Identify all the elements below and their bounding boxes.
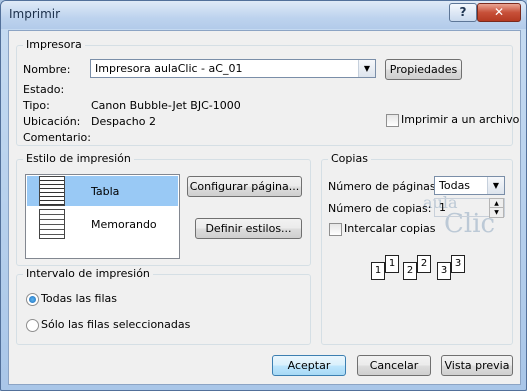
copies-group-title: Copias	[328, 152, 371, 165]
collate-page: 1	[385, 255, 399, 273]
collate-page: 2	[417, 255, 431, 273]
memo-style-icon	[39, 209, 65, 239]
collate-page: 3	[451, 255, 465, 273]
table-style-icon	[39, 176, 65, 206]
style-item-memorando[interactable]: Memorando	[27, 209, 178, 239]
style-item-memorando-label: Memorando	[91, 218, 157, 231]
define-styles-button[interactable]: Definir estilos...	[195, 218, 302, 239]
dialog-body: Impresora Nombre: Impresora aulaClic - a…	[8, 30, 521, 385]
collate-label[interactable]: Intercalar copias	[344, 222, 435, 235]
collate-page: 3	[437, 262, 451, 280]
type-label: Tipo:	[23, 99, 50, 112]
comment-label: Comentario:	[23, 131, 91, 144]
status-label: Estado:	[23, 83, 65, 96]
printer-name-label: Nombre:	[23, 63, 71, 76]
printer-name-value: Impresora aulaClic - aC_01	[95, 62, 243, 75]
print-to-file-label[interactable]: Imprimir a un archivo	[401, 113, 519, 126]
spin-down-icon[interactable]: ▼	[489, 207, 504, 218]
window-title: Imprimir	[9, 7, 61, 21]
type-value: Canon Bubble-Jet BJC-1000	[91, 99, 241, 112]
print-style-group-title: Estilo de impresión	[23, 152, 134, 165]
style-item-tabla-label: Tabla	[91, 185, 120, 198]
printer-name-select[interactable]: Impresora aulaClic - aC_01 ▼	[90, 59, 376, 78]
help-button[interactable]: ?	[449, 3, 477, 22]
chevron-down-icon[interactable]: ▼	[358, 60, 375, 77]
radio-all-rows-label[interactable]: Todas las filas	[41, 292, 117, 305]
printer-group-title: Impresora	[23, 38, 85, 51]
pages-label: Número de páginas:	[328, 180, 440, 193]
chevron-down-icon[interactable]: ▼	[487, 177, 504, 194]
collate-page: 2	[403, 262, 417, 280]
cancel-button[interactable]: Cancelar	[357, 355, 431, 376]
radio-selected-rows-label[interactable]: Sólo las filas seleccionadas	[41, 318, 190, 331]
style-item-tabla[interactable]: Tabla	[27, 176, 178, 206]
print-range-group-title: Intervalo de impresión	[23, 267, 153, 280]
properties-button[interactable]: Propiedades	[385, 59, 462, 80]
location-label: Ubicación:	[23, 115, 81, 128]
radio-selected-rows[interactable]	[26, 319, 39, 332]
print-to-file-checkbox[interactable]	[386, 114, 399, 127]
collate-checkbox[interactable]	[329, 223, 342, 236]
pages-value: Todas	[439, 179, 471, 192]
copies-label: Número de copias:	[328, 202, 432, 215]
collate-page: 1	[371, 262, 385, 280]
accept-button[interactable]: Aceptar	[272, 355, 346, 376]
copies-stepper[interactable]: 1 ▲ ▼	[434, 198, 505, 218]
close-button[interactable]: ✕	[477, 3, 521, 22]
page-setup-button[interactable]: Configurar página...	[187, 176, 302, 197]
print-dialog: Imprimir ? ✕ Impresora Nombre: Impresora…	[0, 0, 527, 391]
copies-value: 1	[439, 201, 446, 214]
location-value: Despacho 2	[91, 115, 156, 128]
preview-button[interactable]: Vista previa	[441, 355, 513, 376]
title-bar[interactable]: Imprimir ? ✕	[1, 1, 526, 29]
print-range-group: Intervalo de impresión	[16, 267, 311, 345]
pages-select[interactable]: Todas ▼	[434, 176, 505, 195]
radio-all-rows[interactable]	[26, 293, 39, 306]
print-style-list[interactable]: Tabla Memorando	[25, 174, 180, 259]
